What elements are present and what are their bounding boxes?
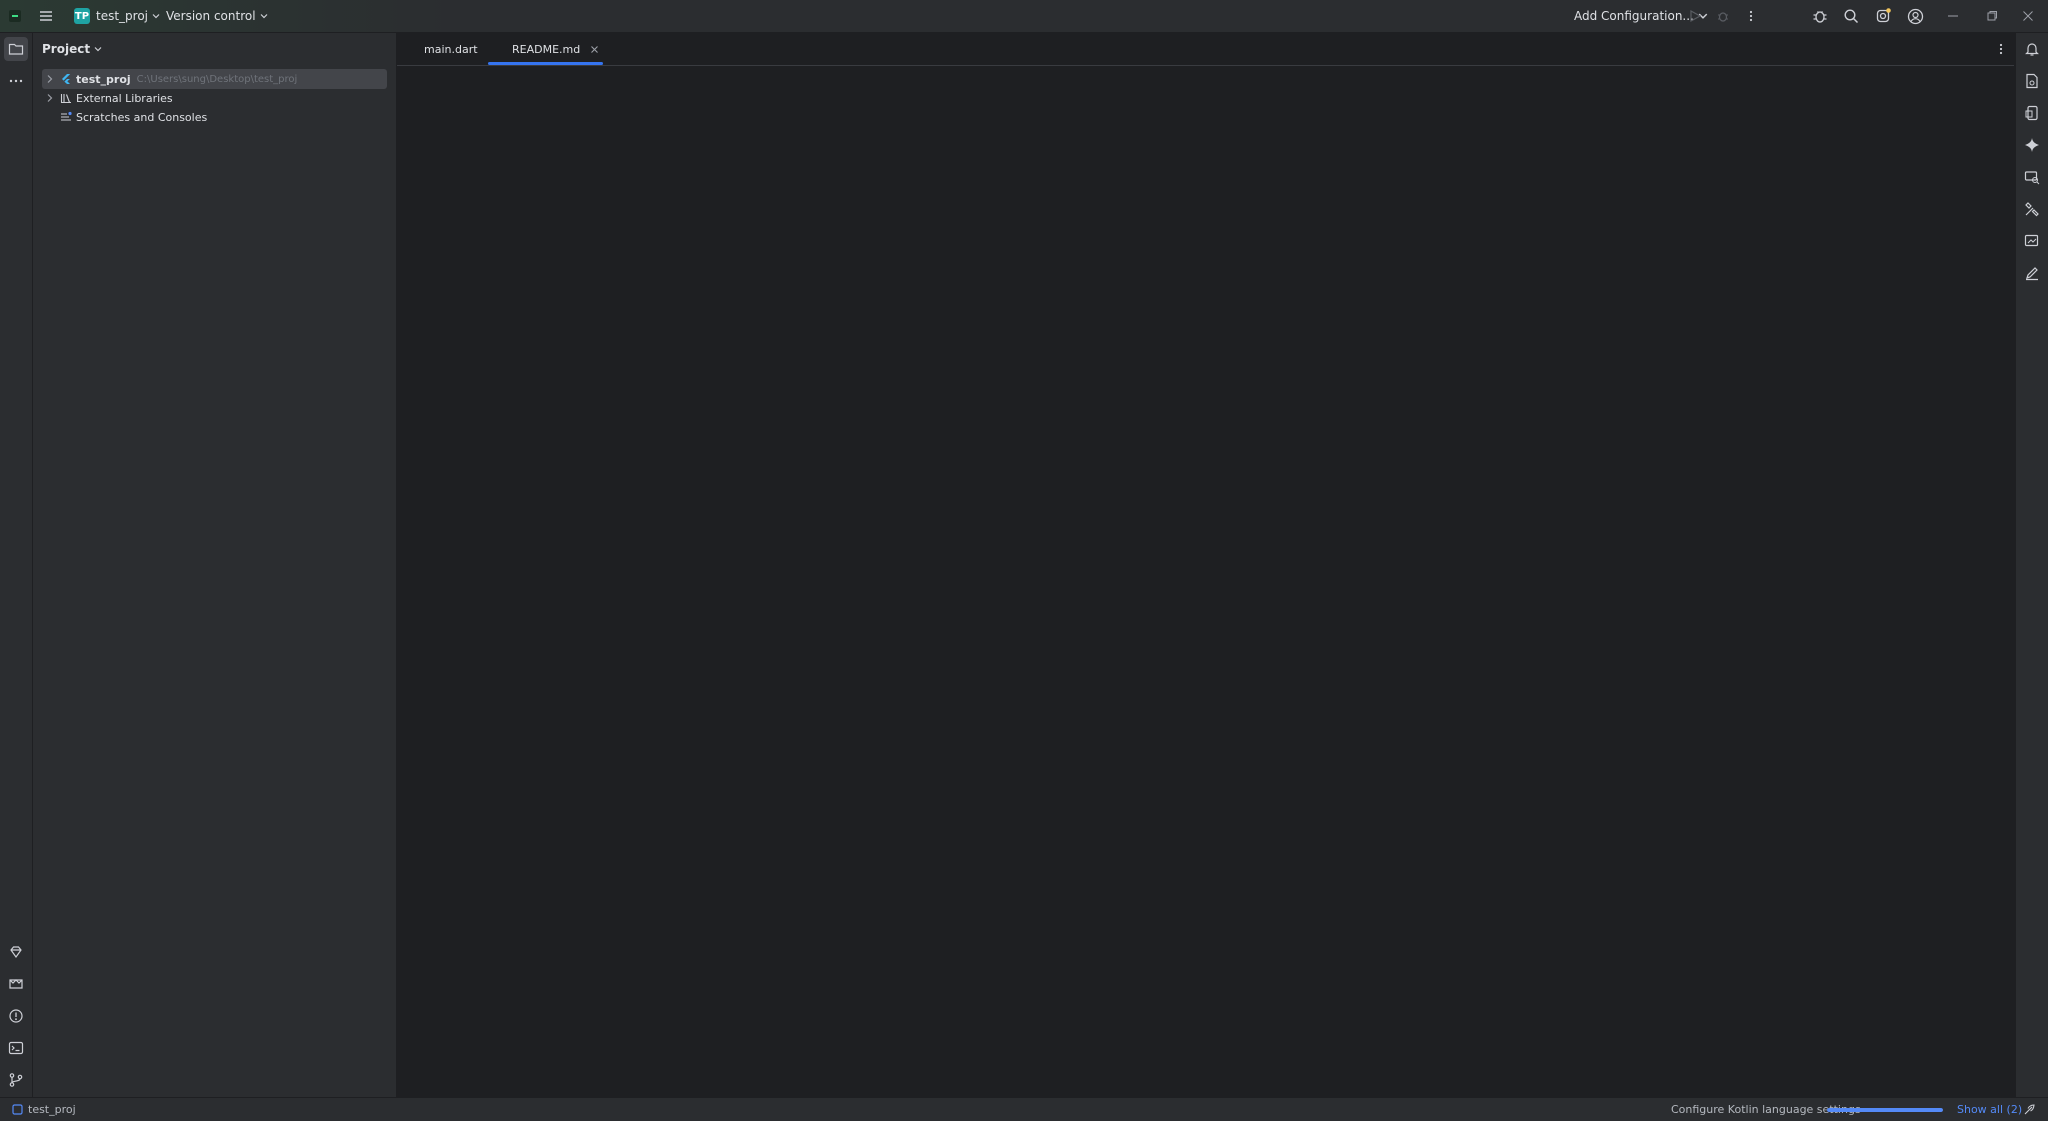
- run-config-label: Add Configuration...: [1574, 9, 1694, 23]
- tree-item-external-libraries[interactable]: External Libraries: [42, 88, 173, 108]
- layout-inspector-icon: [2024, 234, 2039, 247]
- account-button[interactable]: [1907, 0, 1924, 32]
- power-save-button[interactable]: [2023, 1098, 2035, 1121]
- minimize-icon: [1948, 15, 1958, 17]
- tree-item-path: C:\Users\sung\Desktop\test_proj: [136, 73, 298, 85]
- search-icon: [1844, 9, 1859, 24]
- sparkle-icon: [2025, 138, 2039, 152]
- problems-tool-button[interactable]: [4, 1004, 28, 1028]
- chevron-right-icon: [47, 94, 53, 102]
- tree-item-test-proj[interactable]: test_proj C:\Users\sung\Desktop\test_pro…: [42, 69, 387, 89]
- status-project-breadcrumb[interactable]: test_proj: [12, 1098, 76, 1121]
- device-manager-icon: [2026, 73, 2038, 89]
- debug-icon: [1718, 12, 1728, 22]
- notifications-button[interactable]: [2020, 37, 2044, 61]
- bug-icon: [1813, 11, 1827, 23]
- close-icon: [591, 45, 599, 53]
- running-devices-icon: [2025, 105, 2038, 121]
- more-vertical-icon: [1749, 10, 1753, 22]
- warning-circle-icon: [9, 1009, 23, 1023]
- tab-readme-md[interactable]: README.md: [488, 33, 604, 65]
- project-panel-title-label: Project: [42, 42, 91, 56]
- tab-main-dart[interactable]: main.dart: [424, 33, 478, 65]
- vcs-widget[interactable]: Version control: [166, 0, 268, 32]
- tree-item-scratches[interactable]: Scratches and Consoles: [42, 107, 207, 127]
- git-branch-icon: [9, 1073, 23, 1087]
- app-quality-tool-button[interactable]: [4, 972, 28, 996]
- progress-fill: [1827, 1107, 1943, 1112]
- version-control-tool-button[interactable]: [4, 1068, 28, 1092]
- status-bar: test_proj Configure Kotlin language sett…: [0, 1097, 2048, 1121]
- layout-inspector-button[interactable]: [2020, 229, 2044, 253]
- tree-item-label: test_proj: [76, 72, 131, 86]
- project-tool-button[interactable]: [4, 37, 28, 61]
- chevron-down-icon: [94, 47, 102, 52]
- main-menu-button[interactable]: [38, 0, 54, 32]
- gear-icon: [1876, 8, 1891, 23]
- more-horizontal-icon: [9, 79, 23, 83]
- chevron-right-icon: [47, 75, 53, 83]
- search-everywhere-button[interactable]: [1843, 0, 1859, 32]
- editor-tab-bar: main.dart README.md: [397, 33, 2014, 66]
- restore-icon: [1987, 11, 1997, 21]
- flutter-module-icon: [62, 74, 71, 84]
- run-icon: [1690, 9, 1702, 23]
- background-task-progress: [1827, 1098, 1943, 1121]
- project-switcher[interactable]: TP test_proj: [74, 0, 160, 32]
- folder-icon: [8, 43, 24, 55]
- resource-manager-button[interactable]: [2020, 261, 2044, 285]
- inspector-icon: [2024, 171, 2040, 185]
- gemini-tool-button[interactable]: [4, 940, 28, 964]
- close-icon: [2023, 11, 2033, 21]
- app-logo-icon: [8, 0, 22, 32]
- more-actions-button[interactable]: [1744, 0, 1758, 32]
- project-panel: Project test_proj C:\Users\sung\Desktop\…: [33, 33, 397, 1097]
- user-avatar-icon: [1907, 8, 1924, 24]
- tab-label: README.md: [512, 42, 581, 56]
- running-devices-button[interactable]: [2020, 101, 2044, 125]
- editor-area[interactable]: [397, 66, 2014, 1097]
- flutter-inspector-button[interactable]: [2020, 165, 2044, 189]
- more-vertical-icon: [1999, 43, 2003, 55]
- tab-label: main.dart: [424, 42, 478, 56]
- more-tools-button[interactable]: [4, 69, 28, 93]
- tools-icon: [2025, 202, 2039, 217]
- restore-button[interactable]: [1986, 0, 1998, 32]
- right-tool-strip: [2015, 33, 2048, 1097]
- project-name: test_proj: [96, 9, 149, 23]
- flutter-performance-button[interactable]: [2020, 197, 2044, 221]
- gemini-chat-button[interactable]: [2020, 133, 2044, 157]
- project-panel-title[interactable]: Project: [42, 33, 102, 65]
- minimize-button[interactable]: [1947, 0, 1959, 32]
- feather-icon: [2024, 1103, 2035, 1114]
- terminal-tool-button[interactable]: [4, 1036, 28, 1060]
- vcs-label: Version control: [166, 9, 256, 23]
- scratches-icon: [61, 111, 72, 121]
- chevron-down-icon: [260, 14, 267, 19]
- status-project-label: test_proj: [28, 1103, 76, 1116]
- run-button[interactable]: [1688, 0, 1702, 32]
- chevron-down-icon: [152, 14, 160, 19]
- device-manager-button[interactable]: [2020, 69, 2044, 93]
- bell-icon: [2025, 43, 2039, 56]
- project-badge: TP: [74, 8, 90, 24]
- app-inspection-button[interactable]: [1812, 0, 1828, 32]
- pencil-icon: [2026, 267, 2038, 281]
- show-all-label: Show all (2): [1957, 1103, 2023, 1116]
- close-window-button[interactable]: [2022, 0, 2034, 32]
- editor-tab-options-button[interactable]: [1994, 33, 2008, 65]
- hamburger-icon: [40, 11, 52, 21]
- terminal-icon: [8, 1041, 24, 1055]
- tree-item-label: External Libraries: [76, 91, 173, 105]
- gem-icon: [10, 946, 22, 959]
- tree-item-label: Scratches and Consoles: [76, 110, 208, 124]
- module-icon: [12, 1104, 23, 1115]
- library-icon: [60, 94, 71, 103]
- left-tool-strip: [0, 33, 33, 1097]
- title-bar: TP test_proj Version control Add Configu…: [0, 0, 2048, 33]
- app-quality-icon: [9, 979, 23, 989]
- debug-button[interactable]: [1716, 0, 1730, 32]
- show-all-tasks-link[interactable]: Show all (2): [1957, 1098, 2022, 1121]
- settings-button[interactable]: [1875, 0, 1891, 32]
